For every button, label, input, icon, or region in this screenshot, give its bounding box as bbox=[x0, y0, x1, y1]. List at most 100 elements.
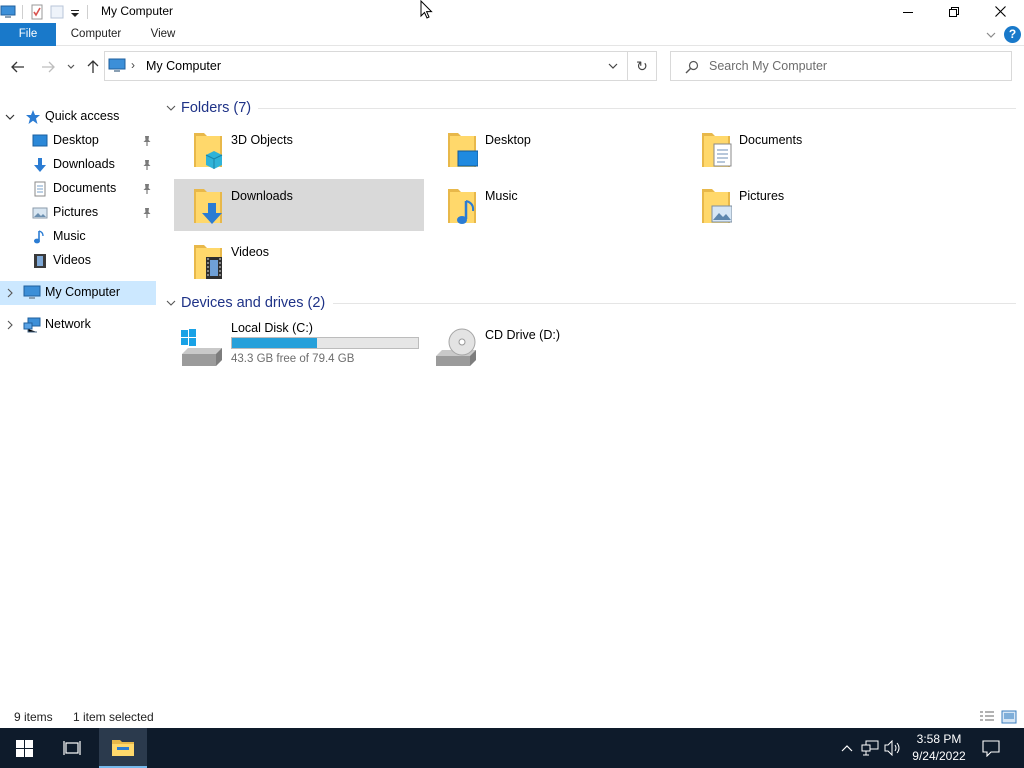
sidebar-item-label: Downloads bbox=[53, 157, 115, 171]
folder-name: Music bbox=[485, 189, 518, 203]
ribbon: File Computer View ? bbox=[0, 23, 1024, 46]
new-folder-icon[interactable] bbox=[49, 4, 65, 20]
pin-icon[interactable] bbox=[141, 135, 153, 147]
chevron-down-icon[interactable] bbox=[165, 102, 177, 114]
sidebar-item-videos[interactable]: Videos bbox=[0, 249, 156, 273]
sidebar-item-quick-access[interactable]: Quick access bbox=[0, 105, 156, 129]
folder-tile-pictures[interactable]: Pictures bbox=[682, 179, 932, 231]
sidebar-item-my-computer[interactable]: My Computer bbox=[0, 281, 156, 305]
search-input[interactable] bbox=[709, 57, 999, 75]
clock-time: 3:58 PM bbox=[916, 732, 962, 746]
folder-tile-documents[interactable]: Documents bbox=[682, 123, 932, 175]
recent-locations-button[interactable] bbox=[62, 57, 80, 77]
back-button[interactable] bbox=[8, 57, 28, 77]
network-tray-button[interactable] bbox=[860, 738, 880, 758]
action-center-button[interactable] bbox=[981, 738, 1001, 758]
navigation-pane: Quick access Desktop Downloads Documents… bbox=[0, 100, 160, 700]
windows-logo-icon bbox=[15, 739, 33, 757]
notification-icon bbox=[982, 739, 1000, 757]
drives-group-header[interactable]: Devices and drives (2) bbox=[165, 292, 325, 314]
folder-name: Documents bbox=[739, 133, 803, 147]
restore-button[interactable] bbox=[931, 0, 977, 23]
item-count: 9 items bbox=[14, 710, 53, 724]
refresh-icon: ↻ bbox=[636, 57, 648, 74]
close-button[interactable] bbox=[977, 0, 1023, 23]
minimize-icon bbox=[903, 11, 913, 13]
chevron-collapsed-icon[interactable] bbox=[5, 288, 15, 298]
taskbar: 3:58 PM 9/24/2022 bbox=[0, 728, 1024, 768]
group-divider bbox=[333, 303, 1016, 304]
network-icon bbox=[23, 317, 41, 333]
chevron-expanded-icon[interactable] bbox=[5, 112, 15, 122]
folder-tile-3d-objects[interactable]: 3D Objects bbox=[174, 123, 424, 175]
chevron-up-icon bbox=[841, 745, 853, 752]
mouse-pointer-icon bbox=[420, 0, 433, 19]
desktop-icon bbox=[32, 133, 48, 149]
sidebar-item-pictures[interactable]: Pictures bbox=[0, 201, 156, 225]
toolbar-divider bbox=[87, 4, 88, 19]
taskbar-clock[interactable]: 3:58 PM 9/24/2022 bbox=[906, 731, 972, 765]
customize-toolbar-chevron-icon[interactable] bbox=[69, 4, 81, 20]
folder-name: Desktop bbox=[485, 133, 531, 147]
folder-tile-downloads[interactable]: Downloads bbox=[174, 179, 424, 231]
arrow-left-icon bbox=[11, 61, 24, 73]
videos-folder-icon bbox=[194, 245, 222, 279]
pin-icon[interactable] bbox=[141, 207, 153, 219]
breadcrumb-my-computer[interactable]: My Computer bbox=[146, 59, 221, 73]
chevron-collapsed-icon[interactable] bbox=[5, 320, 15, 330]
arrow-up-icon bbox=[87, 60, 99, 73]
address-bar[interactable]: › My Computer bbox=[104, 51, 628, 81]
help-button[interactable]: ? bbox=[1004, 26, 1021, 43]
forward-button[interactable] bbox=[38, 57, 58, 77]
download-arrow-icon bbox=[32, 157, 48, 173]
show-hidden-icons-button[interactable] bbox=[837, 738, 857, 758]
details-view-icon[interactable] bbox=[979, 709, 995, 725]
folders-group-header[interactable]: Folders (7) bbox=[165, 97, 251, 119]
up-button[interactable] bbox=[83, 57, 103, 77]
pin-icon[interactable] bbox=[141, 159, 153, 171]
file-explorer-taskbar-button[interactable] bbox=[99, 728, 147, 768]
sidebar-item-music[interactable]: Music bbox=[0, 225, 156, 249]
address-history-dropdown[interactable] bbox=[600, 51, 626, 81]
chevron-down-icon bbox=[608, 63, 618, 69]
quick-access-toolbar bbox=[0, 3, 94, 20]
pictures-folder-icon bbox=[702, 189, 732, 223]
folder-tile-desktop[interactable]: Desktop bbox=[428, 123, 678, 175]
pictures-icon bbox=[32, 205, 48, 221]
folder-tile-music[interactable]: Music bbox=[428, 179, 678, 231]
refresh-button[interactable]: ↻ bbox=[628, 51, 657, 81]
music-note-icon bbox=[32, 229, 48, 245]
large-icons-view-icon[interactable] bbox=[1001, 709, 1017, 725]
tab-file[interactable]: File bbox=[0, 23, 56, 46]
start-button[interactable] bbox=[0, 728, 48, 768]
chevron-down-icon[interactable] bbox=[165, 297, 177, 309]
sidebar-item-desktop[interactable]: Desktop bbox=[0, 129, 156, 153]
sidebar-item-label: Network bbox=[45, 317, 91, 331]
properties-icon[interactable] bbox=[29, 4, 45, 20]
drive-name: Local Disk (C:) bbox=[231, 321, 313, 335]
desktop-folder-icon bbox=[448, 133, 478, 167]
network-wired-icon bbox=[861, 740, 879, 756]
status-bar: 9 items 1 item selected bbox=[0, 706, 1024, 728]
sidebar-item-label: Quick access bbox=[45, 109, 120, 123]
sidebar-item-label: Desktop bbox=[53, 133, 99, 147]
minimize-button[interactable] bbox=[885, 0, 931, 23]
drive-tile-local-disk-c[interactable]: Local Disk (C:) 43.3 GB free of 79.4 GB bbox=[174, 318, 424, 372]
pin-icon[interactable] bbox=[141, 183, 153, 195]
task-view-button[interactable] bbox=[48, 728, 96, 768]
computer-icon[interactable] bbox=[0, 4, 16, 20]
sidebar-item-downloads[interactable]: Downloads bbox=[0, 153, 156, 177]
drive-tile-cd-drive-d[interactable]: CD Drive (D:) bbox=[428, 318, 678, 372]
folder-tile-videos[interactable]: Videos bbox=[174, 235, 424, 287]
search-box[interactable] bbox=[670, 51, 1012, 81]
expand-ribbon-button[interactable] bbox=[984, 28, 998, 42]
computer-icon bbox=[108, 58, 126, 74]
breadcrumb-chevron-icon[interactable]: › bbox=[131, 58, 135, 72]
tab-view[interactable]: View bbox=[143, 23, 183, 46]
selection-count: 1 item selected bbox=[73, 710, 154, 724]
folder-name: Downloads bbox=[231, 189, 293, 203]
sidebar-item-documents[interactable]: Documents bbox=[0, 177, 156, 201]
volume-tray-button[interactable] bbox=[883, 738, 903, 758]
sidebar-item-network[interactable]: Network bbox=[0, 313, 156, 337]
tab-computer[interactable]: Computer bbox=[63, 23, 129, 46]
